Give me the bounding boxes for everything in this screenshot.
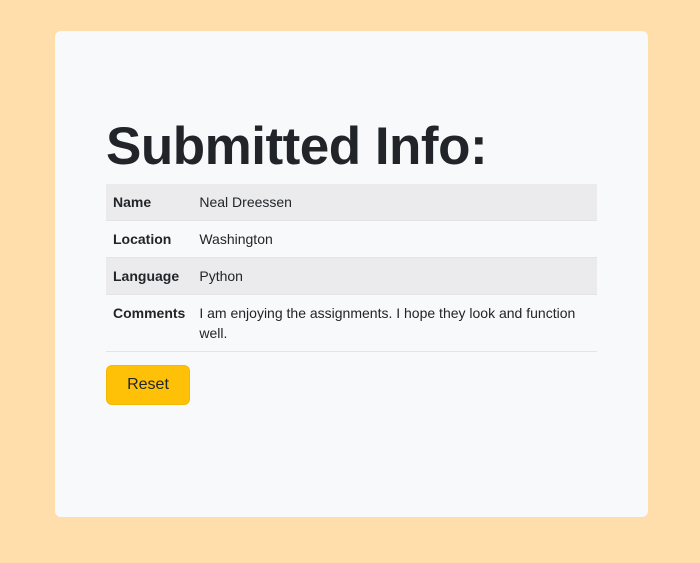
- row-label-language: Language: [106, 257, 193, 295]
- row-label-location: Location: [106, 220, 193, 258]
- table-row-name: Name Neal Dreessen: [106, 184, 597, 221]
- row-value-comments: I am enjoying the assignments. I hope th…: [192, 294, 597, 352]
- page-title: Submitted Info:: [106, 117, 488, 176]
- table-row-location: Location Washington: [106, 220, 597, 258]
- row-label-comments: Comments: [106, 294, 193, 352]
- reset-button[interactable]: Reset: [106, 365, 190, 405]
- row-value-name: Neal Dreessen: [192, 184, 597, 221]
- row-label-name: Name: [106, 184, 193, 221]
- row-value-location: Washington: [192, 220, 597, 258]
- row-value-language: Python: [192, 257, 597, 295]
- submitted-info-table: Name Neal Dreessen Location Washington L…: [106, 184, 597, 352]
- table-row-language: Language Python: [106, 257, 597, 295]
- submitted-info-card: Submitted Info: Name Neal Dreessen Locat…: [55, 31, 648, 517]
- card-content: Submitted Info: Name Neal Dreessen Locat…: [106, 115, 597, 405]
- table-row-comments: Comments I am enjoying the assignments. …: [106, 294, 597, 352]
